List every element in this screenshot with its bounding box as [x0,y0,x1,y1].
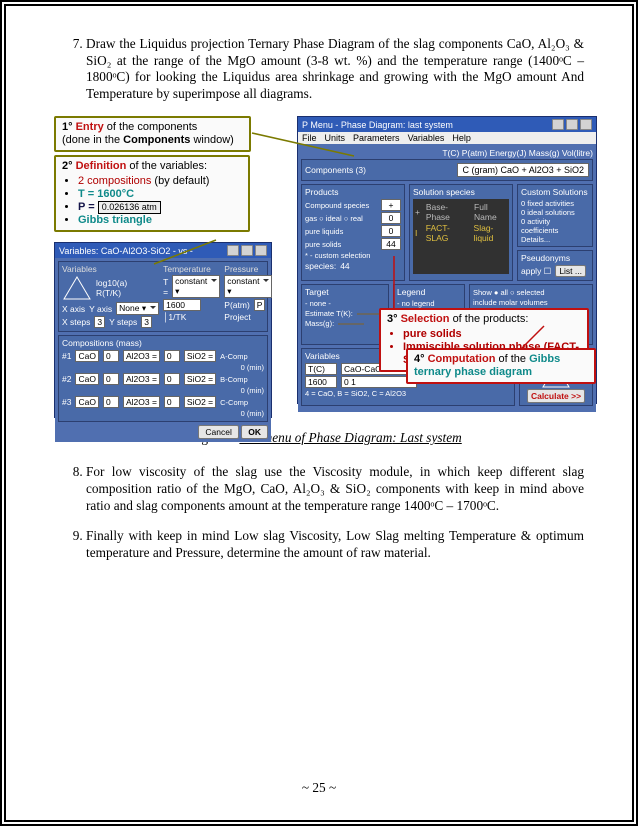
window-variables[interactable]: Variables: CaO-Al2O3-SiO2 - vs - Variabl… [54,242,272,418]
callout-definition: 2° Definition of the variables: 2 compos… [54,155,250,232]
cao-input[interactable]: CaO [75,373,98,385]
callout-computation: 4° Computation of the Gibbs ternary phas… [406,348,596,384]
axis-select[interactable]: None ▾ [116,302,159,315]
sio2-input[interactable]: SiO2 = [184,396,216,408]
window-title: P Menu - Phase Diagram: last system [302,120,453,130]
al2o3-input[interactable]: Al2O3 = [123,396,160,408]
max-icon[interactable] [566,119,578,130]
window-title: Variables: CaO-Al2O3-SiO2 - vs - [59,246,193,256]
list-button[interactable]: List ... [555,265,586,277]
al2o3-input[interactable]: Al2O3 = [123,350,160,362]
page-number: ~ 25 ~ [6,780,632,796]
al2o3-input[interactable]: Al2O3 = [123,373,160,385]
figure-phase-diagram: Variables: CaO-Al2O3-SiO2 - vs - Variabl… [54,116,598,418]
doc-item-9: Finally with keep in mind Low slag Visco… [86,528,584,561]
xsteps-input[interactable]: 3 [94,316,105,328]
doc-item-7: Draw the Liquidus projection Ternary Pha… [86,36,584,102]
group-label: Variables [62,264,159,274]
ok-button[interactable]: OK [241,425,268,439]
sio2-input[interactable]: SiO2 = [184,350,216,362]
close-icon[interactable] [255,245,267,256]
temp-input[interactable]: 1600 [163,299,201,311]
press-mode-select[interactable]: constant ▾ [224,275,272,298]
calculate-button[interactable]: Calculate >> [527,389,585,403]
components-field[interactable]: C (gram) CaO + Al2O3 + SiO2 [457,163,589,177]
cancel-button[interactable]: Cancel [198,425,238,439]
callout-entry: 1° Entry of the components (done in the … [54,116,251,152]
cao-input[interactable]: CaO [75,350,98,362]
min-icon[interactable] [227,245,239,256]
ysteps-input[interactable]: 3 [141,316,152,328]
press-input[interactable]: P [254,299,266,311]
close-icon[interactable] [580,119,592,130]
sio2-input[interactable]: SiO2 = [184,373,216,385]
triangle-icon [62,275,92,301]
temp-mode-select[interactable]: constant ▾ [172,275,220,298]
cao-input[interactable]: CaO [75,396,98,408]
pressure-value: 0.026136 atm [98,201,161,214]
table-row[interactable]: I [415,228,422,238]
max-icon[interactable] [241,245,253,256]
min-icon[interactable] [552,119,564,130]
menubar[interactable]: File Units Parameters Variables Help [298,132,596,144]
doc-item-8: For low viscosity of the slag use the Vi… [86,464,584,514]
